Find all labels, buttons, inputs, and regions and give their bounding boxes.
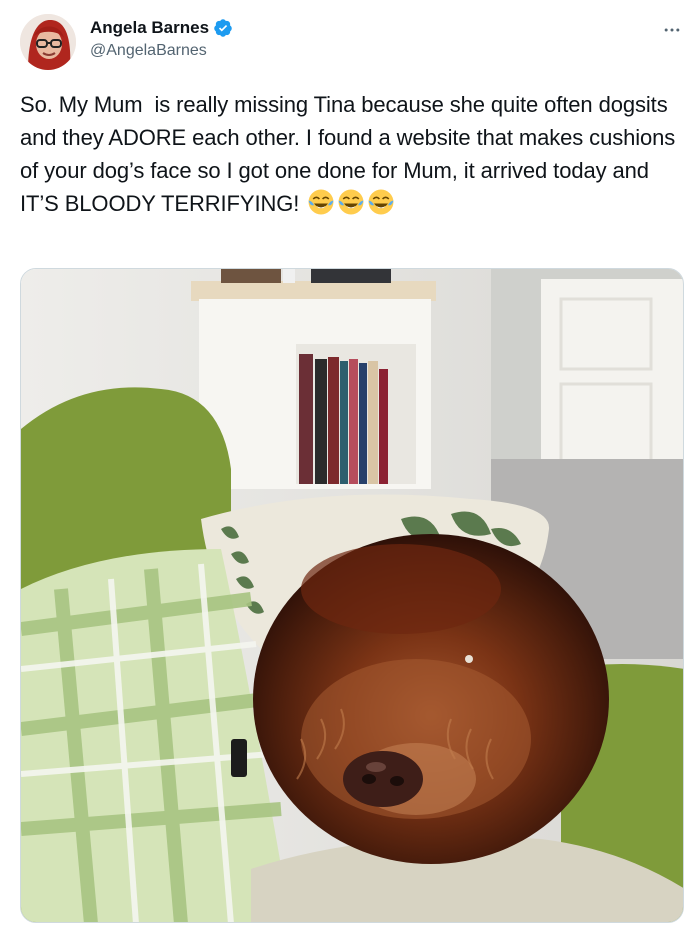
author-name[interactable]: Angela Barnes (90, 18, 209, 38)
tears-of-joy-emoji-icon (337, 188, 365, 225)
tears-of-joy-emoji-icon (307, 188, 335, 225)
verified-badge-icon (213, 18, 233, 38)
tweet-body: So. My Mum is really missing Tina becaus… (20, 88, 680, 225)
more-horizontal-icon[interactable] (660, 18, 684, 42)
author-avatar[interactable] (20, 14, 76, 70)
tweet-photo[interactable] (20, 268, 684, 923)
tweet-header: Angela Barnes @AngelaBarnes (20, 14, 684, 74)
photo-illustration (21, 269, 683, 922)
tears-of-joy-emoji-icon (367, 188, 395, 225)
author-handle[interactable]: @AngelaBarnes (90, 42, 233, 60)
